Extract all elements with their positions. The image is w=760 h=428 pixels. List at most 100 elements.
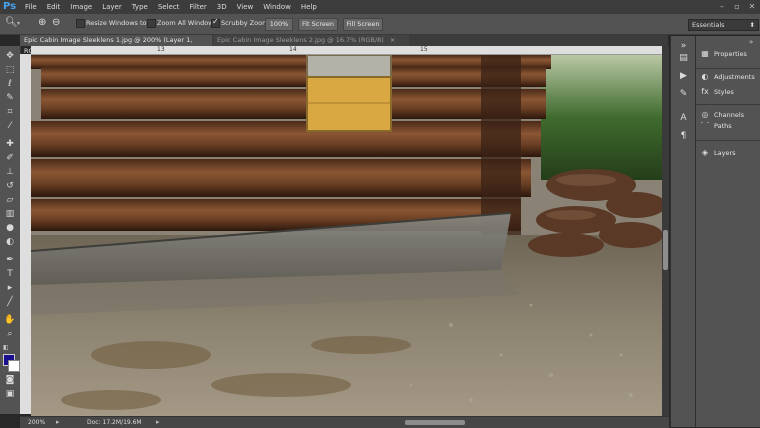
menu-type[interactable]: Type: [132, 3, 148, 11]
panel-label: Styles: [714, 88, 734, 96]
resize-windows-label: Resize Windows to Fit: [86, 19, 157, 27]
panel-adjustments[interactable]: ◐ Adjustments: [700, 71, 755, 83]
lasso-tool-icon[interactable]: ℓ: [3, 78, 17, 90]
healing-brush-tool-icon[interactable]: ✚: [3, 138, 17, 150]
panel-label: Channels: [714, 111, 745, 119]
crop-tool-icon[interactable]: ⌗: [3, 106, 17, 118]
brush-presets-icon[interactable]: ✎: [677, 88, 690, 100]
character-icon[interactable]: A: [677, 112, 690, 124]
tab-document-1[interactable]: Epic Cabin Image Sleeklens 1.jpg @ 200% …: [20, 35, 212, 55]
panel-channels[interactable]: ◎ Channels: [700, 109, 745, 121]
tools-panel: ✥ ⬚ ℓ ✎ ⌗ ⁄ ✚ ✐ ⊥ ↺ ▱ ▥ ● ◐ ✒ T ▸ ╱ ✋ ⌕ …: [0, 46, 21, 414]
collapse-icon[interactable]: »: [749, 38, 753, 46]
pen-tool-icon[interactable]: ✒: [3, 254, 17, 266]
gradient-tool-icon[interactable]: ▥: [3, 208, 17, 220]
menu-window[interactable]: Window: [263, 3, 291, 11]
brush-tool-icon[interactable]: ✐: [3, 152, 17, 164]
divider: [696, 68, 760, 69]
default-colors-icon[interactable]: ◧: [3, 344, 9, 351]
panel-label: Paths: [714, 122, 732, 130]
channels-icon: ◎: [701, 110, 709, 119]
horizontal-ruler: 13 14 15: [31, 46, 667, 55]
image-canvas[interactable]: [31, 55, 662, 416]
tab-label: Epic Cabin Image Sleeklens 2.jpg @ 16.7%…: [217, 36, 384, 44]
minimize-icon[interactable]: –: [716, 1, 728, 12]
hand-tool-icon[interactable]: ✋: [3, 314, 17, 326]
history-brush-tool-icon[interactable]: ↺: [3, 180, 17, 192]
close-icon[interactable]: ✕: [746, 1, 758, 12]
panel-label: Properties: [714, 50, 747, 58]
panel-label: Layers: [714, 149, 736, 157]
zoom-100-button[interactable]: 100%: [265, 18, 293, 31]
move-tool-icon[interactable]: ✥: [3, 50, 17, 62]
menu-bar: Ps File Edit Image Layer Type Select Fil…: [0, 0, 760, 14]
eraser-tool-icon[interactable]: ▱: [3, 194, 17, 206]
ruler-label: 14: [289, 46, 297, 53]
chevron-right-icon[interactable]: ▸: [156, 418, 160, 426]
zoom-out-icon[interactable]: ⊖: [52, 17, 60, 28]
ruler-label: 13: [157, 46, 165, 53]
chevron-down-icon: ⬍: [749, 21, 755, 29]
zoom-in-icon[interactable]: ⊕: [38, 17, 46, 28]
zoom-tool-icon[interactable]: 🔍︎: [5, 17, 18, 28]
fit-screen-button[interactable]: Fit Screen: [298, 18, 338, 31]
background-color-swatch[interactable]: [8, 360, 20, 372]
path-select-tool-icon[interactable]: ▸: [3, 282, 17, 294]
eyedropper-tool-icon[interactable]: ⁄: [3, 120, 17, 132]
status-zoom[interactable]: 200%: [28, 419, 45, 426]
document-tabs: Epic Cabin Image Sleeklens 1.jpg @ 200% …: [20, 35, 668, 55]
history-icon[interactable]: ▤: [677, 52, 690, 64]
menu-select[interactable]: Select: [158, 3, 180, 11]
workspace-select[interactable]: Essentials ⬍: [688, 19, 759, 31]
resize-windows-checkbox[interactable]: [76, 19, 85, 28]
menu-image[interactable]: Image: [70, 3, 92, 11]
menu-view[interactable]: View: [237, 3, 254, 11]
screen-mode-icon[interactable]: ▣: [3, 388, 17, 400]
actions-icon[interactable]: ▶: [677, 70, 690, 82]
options-bar: 🔍︎ ▾ ⊕ ⊖ Resize Windows to Fit Zoom All …: [0, 14, 760, 35]
blur-tool-icon[interactable]: ●: [3, 222, 17, 234]
zoom-tool-icon[interactable]: ⌕: [3, 328, 17, 340]
status-bar: 200% ▸ Doc: 17.2M/19.6M ▸: [20, 416, 669, 428]
divider: [696, 104, 760, 105]
adjustments-icon: ◐: [701, 72, 709, 81]
paragraph-icon[interactable]: ¶: [677, 130, 690, 142]
properties-icon: ▦: [701, 49, 709, 58]
maximize-icon[interactable]: ▫: [731, 1, 743, 12]
menu-edit[interactable]: Edit: [47, 3, 61, 11]
menu-filter[interactable]: Filter: [189, 3, 206, 11]
menu-help[interactable]: Help: [301, 3, 317, 11]
vertical-scroll-thumb[interactable]: [663, 230, 668, 270]
panel-properties[interactable]: ▦ Properties: [700, 48, 747, 60]
panel-layers[interactable]: ◈ Layers: [700, 147, 736, 159]
panel-styles[interactable]: fx Styles: [700, 86, 734, 98]
quick-select-tool-icon[interactable]: ✎: [3, 92, 17, 104]
shape-tool-icon[interactable]: ╱: [3, 296, 17, 308]
close-icon[interactable]: ×: [390, 36, 395, 44]
menu-layer[interactable]: Layer: [102, 3, 122, 11]
menu-3d[interactable]: 3D: [217, 3, 227, 11]
tab-document-2[interactable]: Epic Cabin Image Sleeklens 2.jpg @ 16.7%…: [213, 35, 409, 46]
paths-icon: ⌒: [701, 122, 709, 130]
chevron-down-icon[interactable]: ▾: [17, 20, 20, 27]
cabin-photo: [31, 55, 662, 416]
marquee-tool-icon[interactable]: ⬚: [3, 64, 17, 76]
fill-screen-button[interactable]: Fill Screen: [343, 18, 383, 31]
quick-mask-icon[interactable]: ◙: [3, 374, 17, 386]
horizontal-scroll-thumb[interactable]: [405, 420, 465, 425]
menu-file[interactable]: File: [25, 3, 37, 11]
status-doc-size: Doc: 17.2M/19.6M: [87, 419, 142, 426]
panel-icon-strip: » ▤ ▶ ✎ A ¶: [670, 36, 696, 427]
layers-icon: ◈: [701, 148, 709, 157]
vertical-scrollbar[interactable]: [662, 46, 669, 416]
zoom-all-windows-checkbox[interactable]: [147, 19, 156, 28]
menu-items: File Edit Image Layer Type Select Filter…: [25, 3, 327, 11]
panel-paths[interactable]: ⌒ Paths: [700, 122, 732, 130]
clone-stamp-tool-icon[interactable]: ⊥: [3, 166, 17, 178]
collapse-icon[interactable]: »: [677, 40, 690, 52]
type-tool-icon[interactable]: T: [3, 268, 17, 280]
scrubby-zoom-checkbox[interactable]: [211, 17, 220, 28]
panel-label: Adjustments: [714, 73, 755, 81]
zoom-all-windows-label: Zoom All Windows: [157, 19, 217, 27]
dodge-tool-icon[interactable]: ◐: [3, 236, 17, 248]
